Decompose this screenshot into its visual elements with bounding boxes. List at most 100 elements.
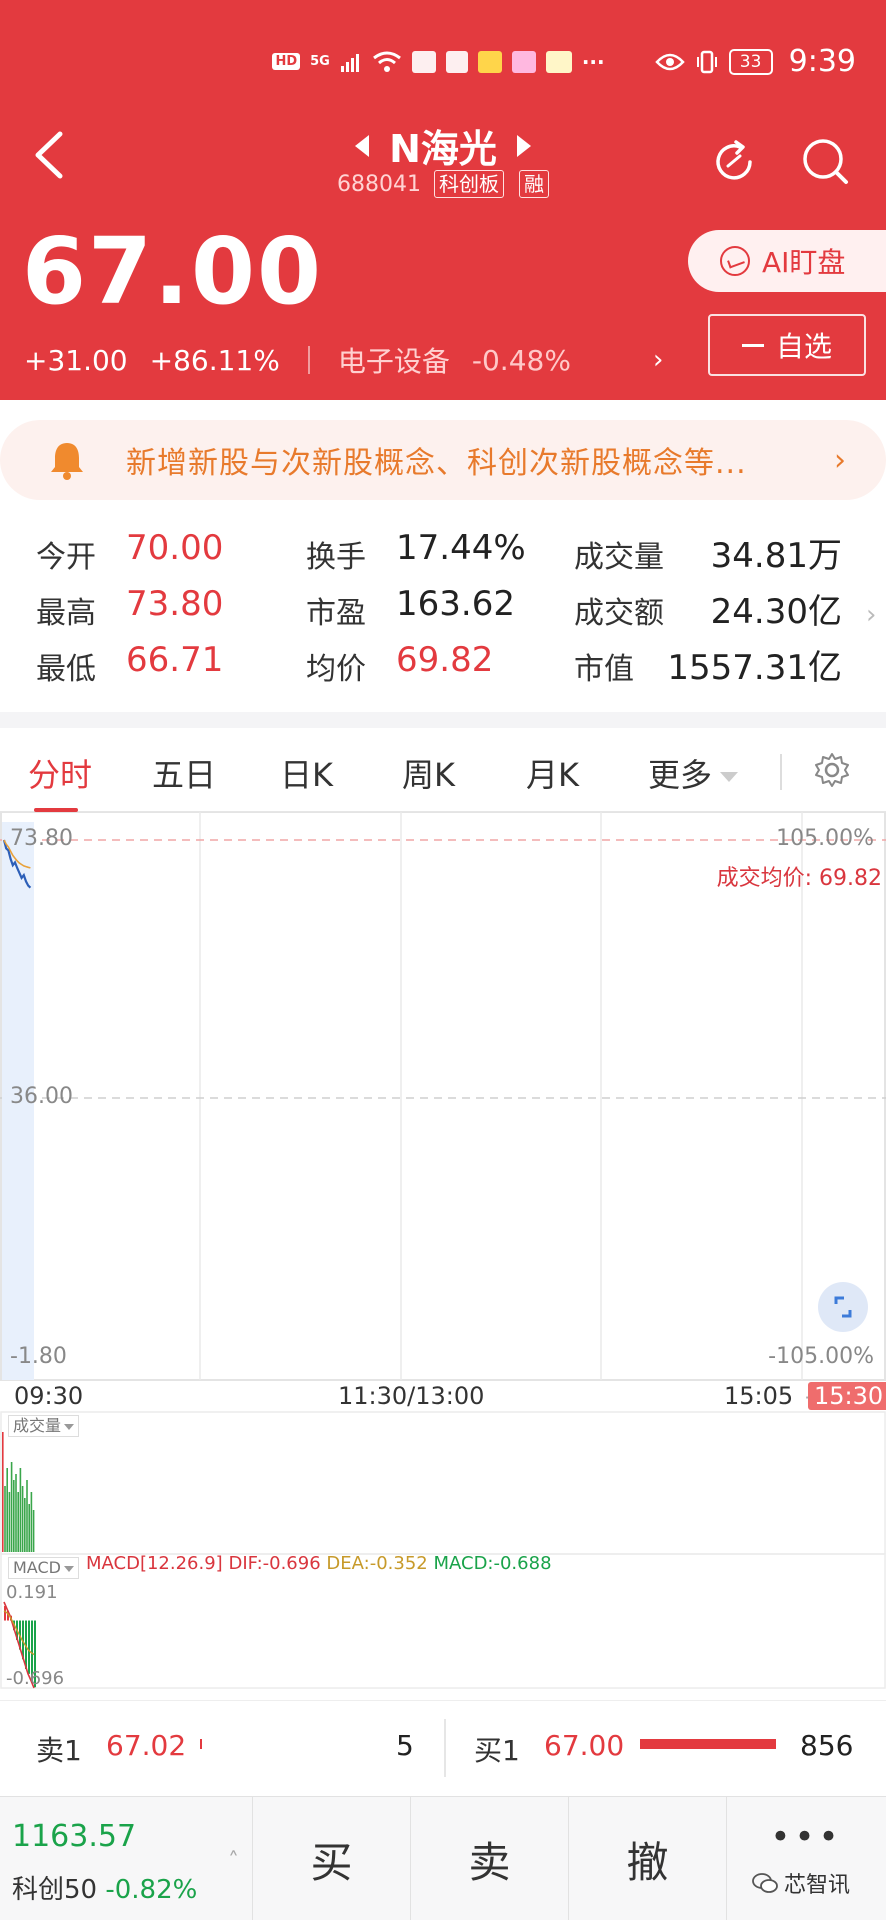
chevron-right-icon[interactable]: ›: [834, 443, 846, 478]
stock-code: 688041: [337, 171, 421, 197]
index-name: 科创50: [12, 1875, 98, 1905]
market-cap-value: 1557.31亿: [667, 648, 842, 688]
tab-more[interactable]: 更多: [648, 750, 739, 796]
macd-params: MACD[12.26.9]: [86, 1553, 223, 1574]
market-cap-label: 市值: [574, 652, 634, 687]
volume-bar: [32, 1510, 35, 1552]
ai-watch-icon: [720, 246, 750, 276]
index-value: 1163.57: [12, 1819, 137, 1854]
buy-button[interactable]: 买: [252, 1797, 410, 1920]
buy1-volume-bar: [640, 1739, 776, 1749]
hd-indicator: HD: [272, 53, 301, 70]
time-midday: 11:30/13:00: [338, 1382, 485, 1410]
add-watchlist-button[interactable]: 自选: [708, 314, 866, 376]
quote-row: 最低 66.71 均价 69.82 市值 1557.31亿: [0, 636, 886, 692]
search-icon[interactable]: [800, 136, 850, 186]
order-book[interactable]: 卖1 67.02 5 买1 67.00 856: [0, 1700, 886, 1796]
chart-tabs: 分时 五日 日K 周K 月K 更多: [0, 728, 886, 812]
ai-watch-button[interactable]: AI盯盘: [688, 230, 886, 292]
price-panel-frame: [0, 812, 886, 1381]
y-axis-pct-low: -105.00%: [768, 1344, 874, 1369]
y-axis-low: -1.80: [10, 1344, 67, 1369]
watermark-text: 芯智讯: [784, 1873, 851, 1898]
quote-stats[interactable]: 今开 70.00 换手 17.44% 成交量 34.81万 最高 73.80 市…: [0, 524, 886, 704]
concept-notice-banner[interactable]: 新增新股与次新股概念、科创次新股概念等... ›: [0, 420, 886, 500]
settings-gear-icon[interactable]: [814, 752, 850, 788]
app-notification-icon: [545, 50, 572, 73]
tab-more-label: 更多: [648, 756, 713, 794]
wifi-icon: [372, 51, 401, 72]
volume-bar: [30, 1492, 33, 1552]
open-label: 今开: [36, 540, 96, 575]
sell1-label: 卖1: [36, 1734, 82, 1767]
turnover-label: 换手: [306, 540, 366, 575]
index-ticker[interactable]: 1163.57 科创50 -0.82% ˄: [0, 1797, 252, 1920]
tab-intraday[interactable]: 分时: [28, 750, 92, 796]
cancel-order-button[interactable]: 撤: [568, 1797, 726, 1920]
current-price: 67.00: [22, 218, 324, 325]
macd-bottom-tick: -0.696: [6, 1668, 65, 1689]
quote-row: 今开 70.00 换手 17.44% 成交量 34.81万: [0, 524, 886, 580]
chevron-right-icon[interactable]: ›: [653, 345, 663, 375]
volume-dropdown[interactable]: 成交量: [8, 1415, 80, 1437]
refresh-icon[interactable]: [710, 138, 758, 186]
volume-bar: [10, 1462, 13, 1552]
next-stock-arrow-icon[interactable]: [516, 134, 531, 157]
more-notifications-icon: ···: [581, 49, 605, 74]
volume-value: 34.81万: [710, 536, 842, 576]
volume-bar: [26, 1480, 28, 1552]
caret-down-icon: [720, 772, 739, 782]
calendar-icon: [445, 50, 468, 73]
volume-bar: [17, 1492, 19, 1552]
time-close-auction: 15:05: [724, 1382, 794, 1410]
macd-dropdown-label: MACD: [13, 1558, 61, 1577]
section-divider: [0, 712, 886, 728]
more-button[interactable]: •••: [726, 1797, 886, 1920]
price-change: +31.00: [24, 343, 128, 377]
volume-bar: [13, 1480, 15, 1552]
minus-icon: [741, 343, 764, 347]
index-change: -0.82%: [105, 1875, 198, 1905]
macd-dropdown[interactable]: MACD: [8, 1557, 79, 1579]
board-tag: 科创板: [433, 170, 504, 198]
fullscreen-icon: [834, 1296, 852, 1318]
volume-bar: [19, 1468, 22, 1552]
divider: [444, 1719, 446, 1777]
volume-bar: [8, 1492, 11, 1552]
open-value: 70.00: [126, 528, 224, 568]
y-axis-pct-high: 105.00%: [776, 826, 874, 851]
high-label: 最高: [36, 596, 96, 631]
y-axis-mid: 36.00: [10, 1084, 73, 1109]
tab-weekly-k[interactable]: 周K: [402, 750, 455, 796]
tab-five-day[interactable]: 五日: [152, 750, 216, 796]
chevron-up-icon: ˄: [228, 1849, 239, 1874]
stock-header: HD 5G ··· 33 9:39 N海光 688041 科创板 融 67.00…: [0, 0, 886, 400]
notice-text: 新增新股与次新股概念、科创次新股概念等...: [126, 446, 747, 481]
volume-bar: [2, 1432, 4, 1552]
prev-stock-arrow-icon[interactable]: [355, 134, 370, 157]
industry-link[interactable]: 电子设备: [338, 340, 450, 380]
status-bar: HD 5G ··· 33 9:39: [272, 44, 856, 79]
tab-monthly-k[interactable]: 月K: [526, 750, 579, 796]
macd-panel-frame: [0, 1553, 886, 1689]
volume-dropdown-label: 成交量: [13, 1416, 62, 1435]
battery-icon: 33: [728, 48, 773, 75]
signal-icon: [340, 53, 359, 72]
sell-button[interactable]: 卖: [410, 1797, 568, 1920]
chevron-right-icon[interactable]: ›: [866, 600, 876, 630]
pe-value: 163.62: [396, 584, 515, 624]
time-open: 09:30: [14, 1382, 84, 1410]
time-close: 15:30: [808, 1382, 886, 1410]
bell-icon: [51, 443, 83, 480]
macd-dif: DIF:-0.696: [228, 1553, 321, 1574]
y-axis-high: 73.80: [10, 826, 73, 851]
caret-down-icon: [64, 1423, 75, 1430]
macd-readout: MACD[12.26.9] DIF:-0.696 DEA:-0.352 MACD…: [86, 1553, 552, 1574]
sell1-volume: 5: [396, 1729, 414, 1762]
ai-watch-label: AI盯盘: [762, 246, 846, 279]
tab-daily-k[interactable]: 日K: [280, 750, 333, 796]
fullscreen-button[interactable]: [818, 1282, 868, 1332]
network-indicator: 5G: [310, 54, 330, 69]
macd-histogram-bar: [28, 1620, 30, 1674]
wechat-icon: [752, 1873, 778, 1893]
